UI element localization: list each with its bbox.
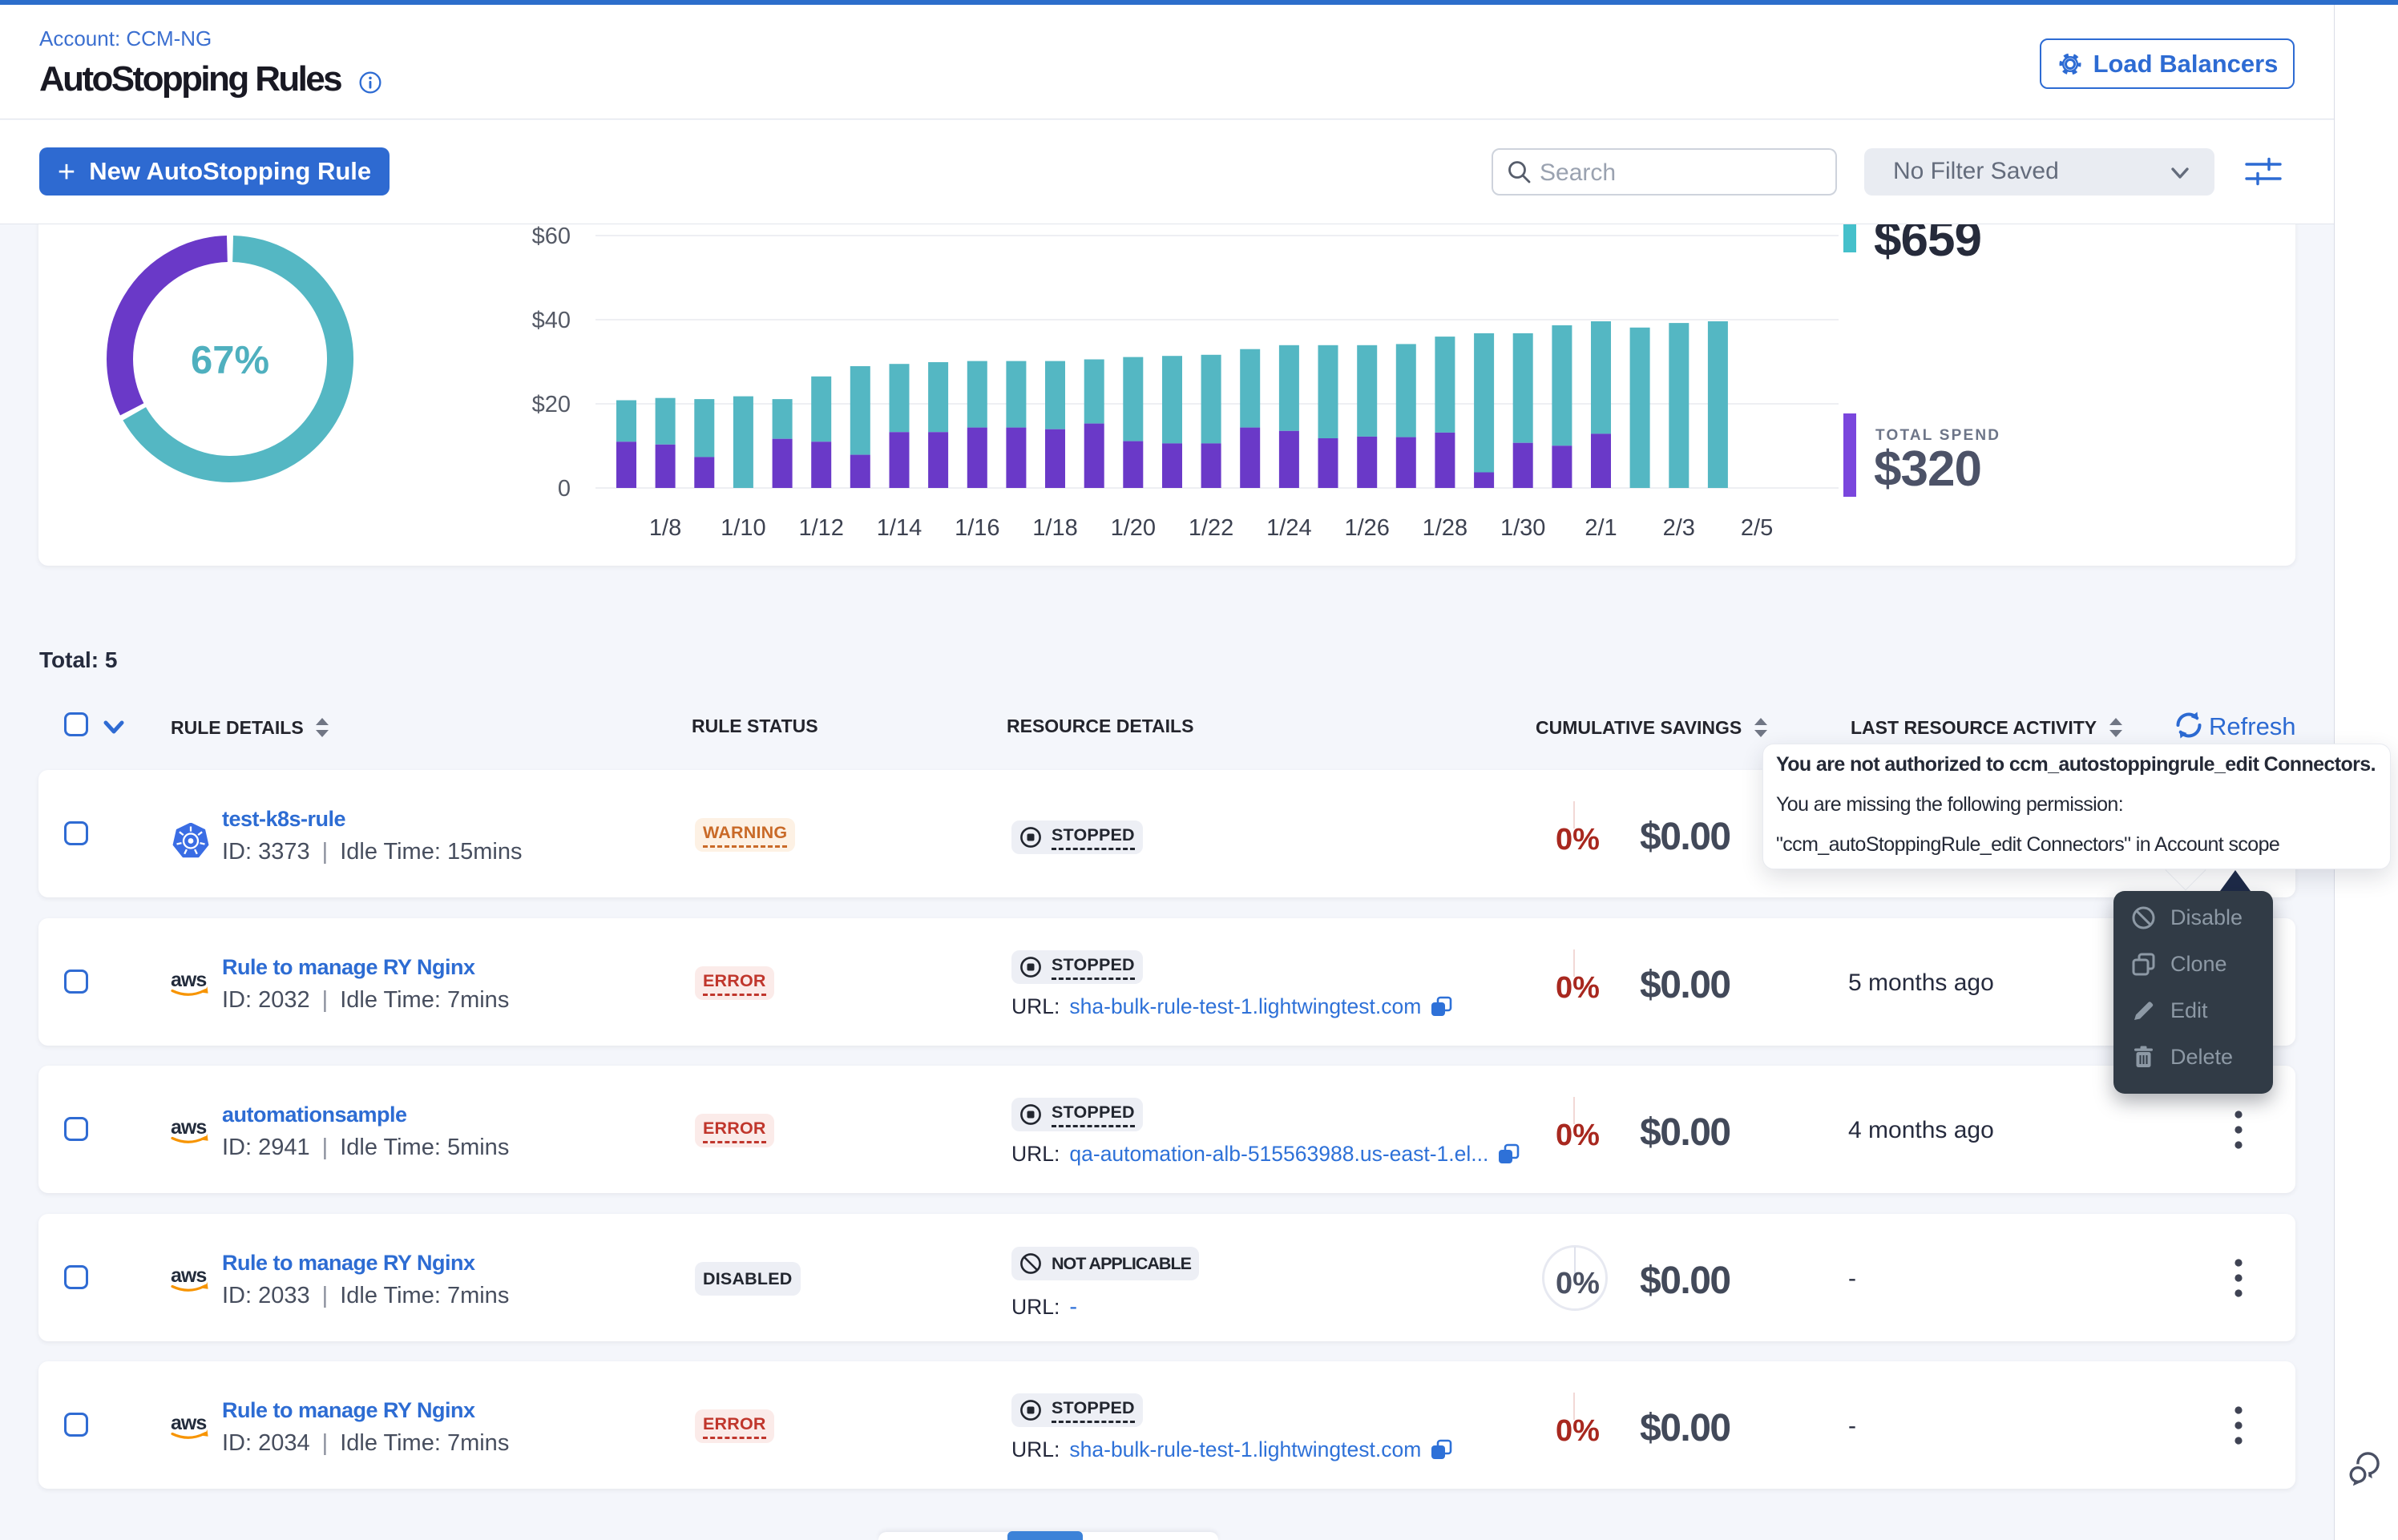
- svg-text:aws: aws: [171, 1413, 206, 1434]
- svg-text:aws: aws: [171, 1117, 206, 1139]
- svg-text:1/10: 1/10: [721, 515, 765, 541]
- svg-text:1/12: 1/12: [798, 515, 843, 541]
- svg-text:67%: 67%: [191, 339, 269, 382]
- svg-text:1/24: 1/24: [1266, 515, 1311, 541]
- svg-text:aws: aws: [171, 970, 206, 991]
- svg-text:1/20: 1/20: [1111, 515, 1156, 541]
- svg-text:2/1: 2/1: [1585, 515, 1617, 541]
- svg-text:1/14: 1/14: [877, 515, 922, 541]
- svg-text:1/8: 1/8: [649, 515, 681, 541]
- svg-text:1/18: 1/18: [1032, 515, 1077, 541]
- svg-text:2/5: 2/5: [1741, 515, 1773, 541]
- svg-text:1/22: 1/22: [1189, 515, 1233, 541]
- svg-text:$40: $40: [532, 308, 571, 333]
- svg-text:1/28: 1/28: [1423, 515, 1467, 541]
- svg-text:2/3: 2/3: [1663, 515, 1695, 541]
- svg-text:1/30: 1/30: [1500, 515, 1545, 541]
- svg-text:1/16: 1/16: [955, 515, 999, 541]
- svg-text:$60: $60: [532, 225, 571, 249]
- svg-text:1/26: 1/26: [1344, 515, 1389, 541]
- svg-text:$20: $20: [532, 392, 571, 417]
- svg-text:aws: aws: [171, 1265, 206, 1287]
- svg-text:0: 0: [558, 476, 571, 502]
